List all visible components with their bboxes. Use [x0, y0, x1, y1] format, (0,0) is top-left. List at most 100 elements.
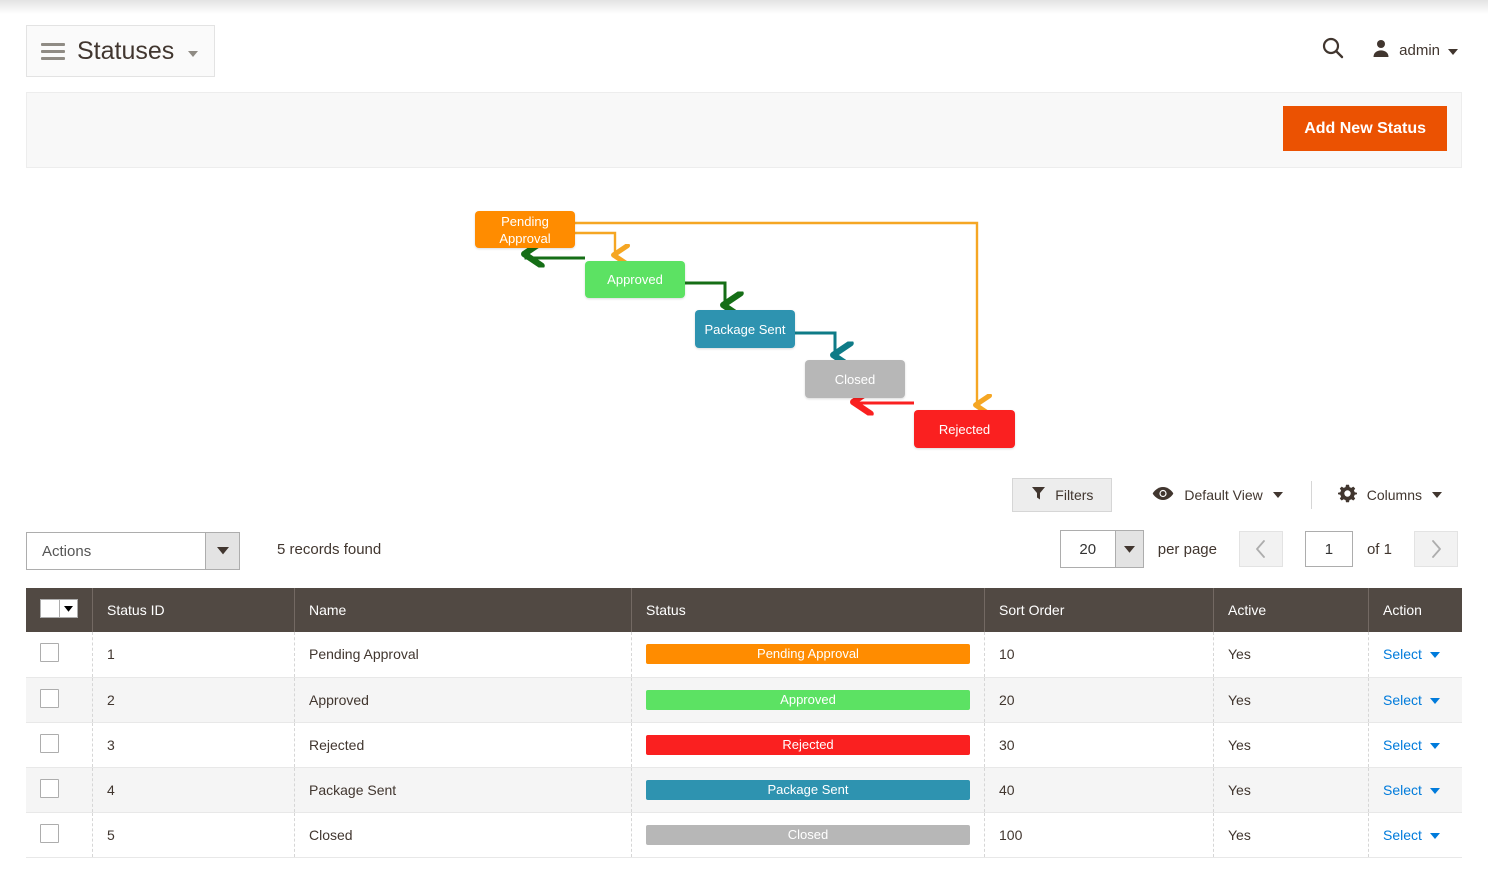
toolbar-divider	[1311, 481, 1312, 509]
edge-pending-to-approved	[575, 233, 615, 255]
column-header-status[interactable]: Status	[632, 588, 985, 632]
funnel-icon	[1031, 486, 1046, 504]
row-select-cell[interactable]	[26, 632, 93, 677]
cell-name: Closed	[295, 812, 632, 857]
chevron-down-icon	[1430, 788, 1440, 794]
cell-status-id: 5	[93, 812, 295, 857]
row-select-cell[interactable]	[26, 812, 93, 857]
select-all-checkbox[interactable]	[40, 599, 59, 618]
row-checkbox[interactable]	[40, 734, 59, 753]
table-row[interactable]: 2 Approved Approved 20 Yes Select	[26, 677, 1462, 722]
grid-controls-bar: Actions 5 records found 20 per page of 1	[0, 530, 1488, 578]
edge-package-sent-to-closed	[795, 333, 835, 355]
workflow-node-rejected[interactable]: Rejected	[914, 410, 1015, 448]
workflow-node-label: Closed	[835, 371, 875, 388]
table-row[interactable]: 4 Package Sent Package Sent 40 Yes Selec…	[26, 767, 1462, 812]
row-select-cell[interactable]	[26, 722, 93, 767]
row-select-cell[interactable]	[26, 767, 93, 812]
filters-label: Filters	[1055, 487, 1093, 503]
default-view-selector[interactable]: Default View	[1136, 478, 1298, 512]
column-header-active[interactable]: Active	[1214, 588, 1369, 632]
row-checkbox[interactable]	[40, 824, 59, 843]
row-action-label: Select	[1383, 782, 1422, 798]
table-row[interactable]: 5 Closed Closed 100 Yes Select	[26, 812, 1462, 857]
row-action-select[interactable]: Select	[1383, 827, 1440, 843]
total-pages-label: of 1	[1367, 541, 1392, 558]
actions-dropdown[interactable]: Actions	[26, 532, 240, 570]
cell-active: Yes	[1214, 632, 1369, 677]
workflow-node-approved[interactable]: Approved	[585, 261, 685, 298]
per-page-value: 20	[1061, 541, 1115, 558]
per-page-dropdown[interactable]: 20	[1060, 530, 1144, 568]
cell-name: Approved	[295, 677, 632, 722]
status-workflow-diagram: Pending Approval Approved Package Sent C…	[0, 180, 1488, 470]
filters-button[interactable]: Filters	[1012, 478, 1112, 512]
chevron-down-icon	[1432, 492, 1442, 498]
cell-active: Yes	[1214, 767, 1369, 812]
row-checkbox[interactable]	[40, 643, 59, 662]
search-icon[interactable]	[1321, 36, 1345, 65]
page-title-menu-button[interactable]: Statuses	[26, 25, 215, 77]
page-header: Statuses admin	[0, 14, 1488, 92]
cell-status: Approved	[632, 677, 985, 722]
workflow-node-package-sent[interactable]: Package Sent	[695, 310, 795, 348]
status-badge: Closed	[646, 825, 970, 845]
statuses-table: Status ID Name Status Sort Order Active …	[26, 588, 1462, 858]
cell-action[interactable]: Select	[1369, 632, 1463, 677]
cell-status-id: 4	[93, 767, 295, 812]
table-header-row: Status ID Name Status Sort Order Active …	[26, 588, 1462, 632]
row-checkbox[interactable]	[40, 779, 59, 798]
table-body: 1 Pending Approval Pending Approval 10 Y…	[26, 632, 1462, 857]
cell-action[interactable]: Select	[1369, 812, 1463, 857]
workflow-node-closed[interactable]: Closed	[805, 360, 905, 398]
admin-user-menu[interactable]: admin	[1371, 38, 1458, 63]
column-header-name[interactable]: Name	[295, 588, 632, 632]
column-header-status-id[interactable]: Status ID	[93, 588, 295, 632]
table-row[interactable]: 3 Rejected Rejected 30 Yes Select	[26, 722, 1462, 767]
default-view-label: Default View	[1184, 487, 1262, 503]
cell-action[interactable]: Select	[1369, 677, 1463, 722]
cell-name: Pending Approval	[295, 632, 632, 677]
cell-action[interactable]: Select	[1369, 722, 1463, 767]
actions-label: Actions	[27, 543, 205, 560]
workflow-node-label: Rejected	[939, 421, 990, 438]
cell-sort-order: 40	[985, 767, 1214, 812]
chevron-down-icon[interactable]	[59, 599, 78, 618]
row-action-label: Select	[1383, 737, 1422, 753]
cell-active: Yes	[1214, 677, 1369, 722]
hamburger-icon	[41, 43, 65, 60]
cell-active: Yes	[1214, 812, 1369, 857]
row-action-label: Select	[1383, 646, 1422, 662]
column-header-sort-order[interactable]: Sort Order	[985, 588, 1214, 632]
cell-action[interactable]: Select	[1369, 767, 1463, 812]
cell-status: Package Sent	[632, 767, 985, 812]
cell-sort-order: 10	[985, 632, 1214, 677]
row-select-cell[interactable]	[26, 677, 93, 722]
chevron-down-icon	[1430, 652, 1440, 658]
chevron-down-icon	[1115, 531, 1143, 567]
next-page-button[interactable]	[1414, 531, 1458, 567]
current-page-input[interactable]	[1305, 531, 1353, 567]
edge-approved-to-package-sent	[685, 283, 725, 305]
chevron-down-icon	[1430, 833, 1440, 839]
row-action-select[interactable]: Select	[1383, 782, 1440, 798]
row-action-select[interactable]: Select	[1383, 737, 1440, 753]
add-new-status-button[interactable]: Add New Status	[1283, 106, 1447, 151]
workflow-node-pending-approval[interactable]: Pending Approval	[475, 211, 575, 248]
select-all-header[interactable]	[26, 588, 93, 632]
records-found-label: 5 records found	[277, 541, 381, 558]
row-action-select[interactable]: Select	[1383, 646, 1440, 662]
previous-page-button[interactable]	[1239, 531, 1283, 567]
grid-toolbar: Filters Default View Columns	[1012, 478, 1458, 512]
columns-selector[interactable]: Columns	[1322, 478, 1458, 512]
top-gradient-strip	[0, 0, 1488, 14]
table-row[interactable]: 1 Pending Approval Pending Approval 10 Y…	[26, 632, 1462, 677]
select-all-dropdown[interactable]	[40, 599, 78, 618]
gear-icon	[1338, 484, 1357, 506]
row-action-label: Select	[1383, 827, 1422, 843]
cell-status-id: 2	[93, 677, 295, 722]
row-checkbox[interactable]	[40, 689, 59, 708]
status-badge: Approved	[646, 690, 970, 710]
row-action-select[interactable]: Select	[1383, 692, 1440, 708]
cell-sort-order: 100	[985, 812, 1214, 857]
